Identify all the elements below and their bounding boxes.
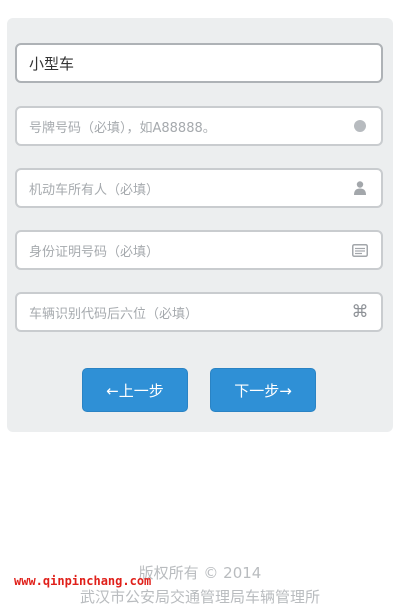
vin-input[interactable]: 车辆识别代码后六位（必填） ⌘ — [15, 292, 383, 332]
vehicle-type-select[interactable]: 小型车 — [15, 43, 383, 83]
id-number-input[interactable]: 身份证明号码（必填） — [15, 230, 383, 270]
plate-number-placeholder: 号牌号码（必填），如A88888。 — [29, 120, 216, 136]
command-icon: ⌘ — [351, 302, 369, 322]
id-card-icon — [351, 241, 369, 259]
footer-organization: 武汉市公安局交通管理局车辆管理所 — [79, 588, 320, 605]
next-button[interactable]: 下一步→ — [210, 368, 316, 412]
plate-number-input[interactable]: 号牌号码（必填），如A88888。 — [15, 106, 383, 146]
page: 小型车 号牌号码（必填），如A88888。 机动车所有人（必填） 身份证明号码（… — [0, 0, 400, 605]
form-card: 小型车 号牌号码（必填），如A88888。 机动车所有人（必填） 身份证明号码（… — [7, 18, 393, 432]
owner-input[interactable]: 机动车所有人（必填） — [15, 168, 383, 208]
owner-placeholder: 机动车所有人（必填） — [29, 182, 160, 198]
watermark: www.qinpinchang.com — [14, 574, 152, 588]
vin-placeholder: 车辆识别代码后六位（必填） — [29, 306, 199, 322]
id-number-placeholder: 身份证明号码（必填） — [29, 244, 160, 260]
prev-button[interactable]: ←上一步 — [82, 368, 188, 412]
circle-dot-icon — [351, 117, 369, 135]
vehicle-type-value: 小型车 — [29, 54, 75, 73]
user-icon — [351, 179, 369, 197]
